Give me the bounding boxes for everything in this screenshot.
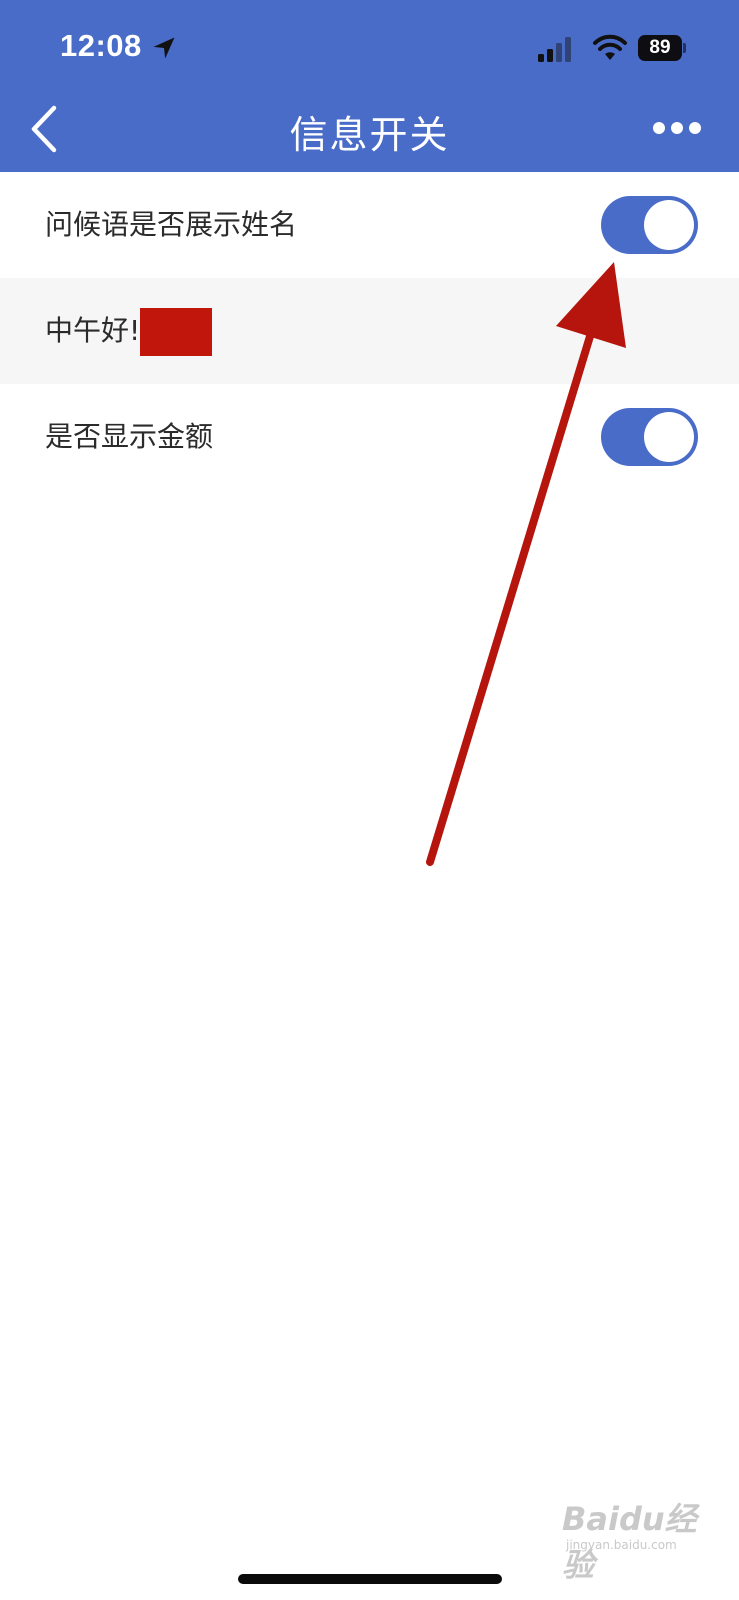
header-bar: 12:08 89 信息开关 bbox=[0, 0, 739, 172]
baidu-jingyan-watermark: Baidu经验 jingyan.baidu.com bbox=[562, 1480, 712, 1584]
watermark-sub: jingyan.baidu.com bbox=[566, 1538, 677, 1552]
setting-label-show-amount: 是否显示金额 bbox=[45, 420, 214, 453]
location-arrow-icon bbox=[153, 37, 175, 59]
page-title: 信息开关 bbox=[289, 113, 450, 157]
battery-level: 89 bbox=[638, 35, 682, 61]
home-indicator[interactable] bbox=[238, 1574, 502, 1584]
toggle-knob bbox=[644, 412, 694, 462]
battery-icon: 89 bbox=[638, 35, 686, 61]
greeting-preview-text: 中午好! bbox=[45, 314, 141, 347]
cellular-signal-icon bbox=[538, 37, 571, 62]
more-horizontal-icon[interactable] bbox=[652, 118, 702, 138]
battery-tip bbox=[683, 43, 686, 53]
toggle-knob bbox=[644, 200, 694, 250]
redacted-name-block bbox=[140, 308, 212, 356]
toggle-show-amount[interactable] bbox=[601, 408, 698, 466]
setting-row-show-amount: 是否显示金额 bbox=[0, 384, 739, 490]
toggle-show-name[interactable] bbox=[601, 196, 698, 254]
wifi-icon bbox=[593, 34, 627, 60]
setting-row-show-name: 问候语是否展示姓名 bbox=[0, 172, 739, 278]
setting-label-show-name: 问候语是否展示姓名 bbox=[45, 208, 298, 241]
greeting-preview-row: 中午好! bbox=[0, 278, 739, 384]
status-time: 12:08 bbox=[60, 28, 142, 63]
